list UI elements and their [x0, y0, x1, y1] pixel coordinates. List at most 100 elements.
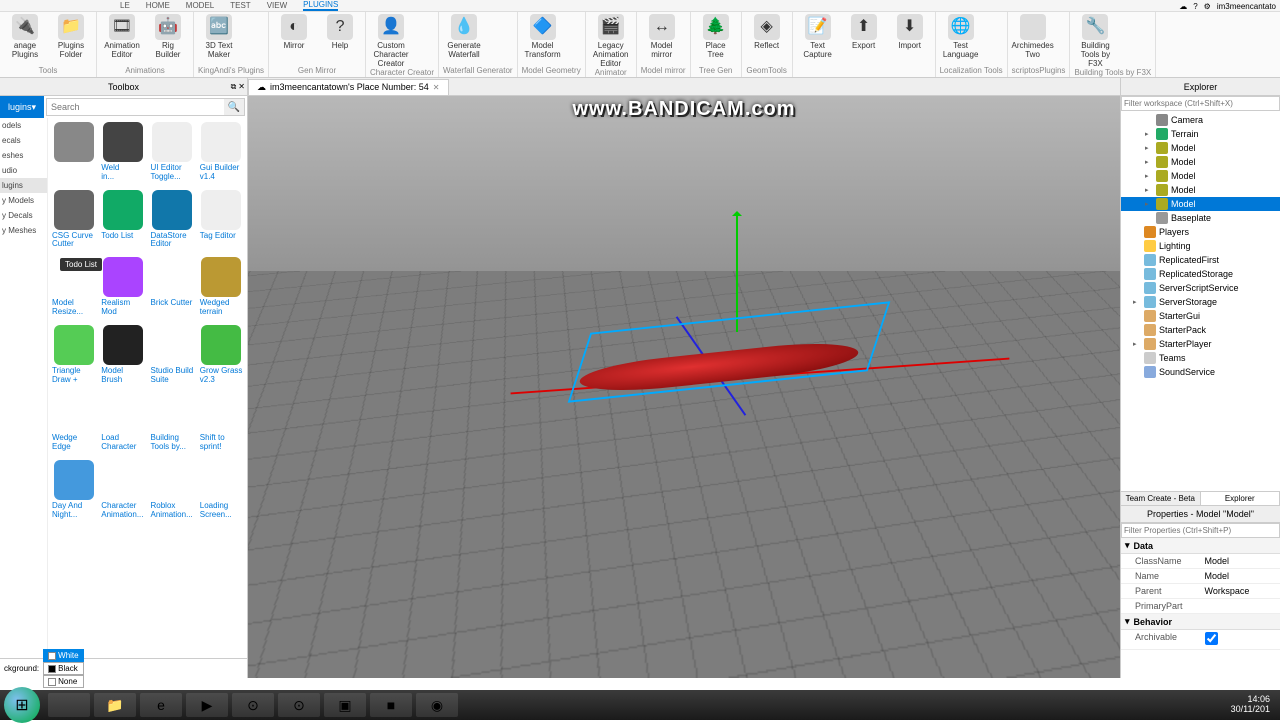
category-eshes[interactable]: eshes — [0, 148, 47, 163]
ribbon-model-transform[interactable]: 🔷ModelTransform — [522, 14, 564, 60]
tree-item-serverscriptservice[interactable]: ServerScriptService — [1121, 281, 1280, 295]
plugin-item[interactable]: Model Brush — [101, 325, 144, 385]
menu-test[interactable]: TEST — [230, 1, 250, 10]
tree-item-camera[interactable]: Camera — [1121, 113, 1280, 127]
document-tab[interactable]: ☁ im3meencantatown's Place Number: 54 ✕ — [248, 79, 449, 95]
menu-plugins[interactable]: PLUGINS — [303, 0, 338, 11]
ribbon-export[interactable]: ⬆Export — [843, 14, 885, 51]
category-y Models[interactable]: y Models — [0, 193, 47, 208]
taskbar-app[interactable]: e — [140, 693, 182, 717]
plugin-item[interactable]: LoadingScreen... — [200, 460, 243, 520]
tree-item-lighting[interactable]: Lighting — [1121, 239, 1280, 253]
ribbon-help[interactable]: ?Help — [319, 14, 361, 51]
plugin-item[interactable]: UI EditorToggle... — [151, 122, 194, 182]
ribbon-archimedes-two[interactable]: Archimedes Two — [1012, 14, 1054, 60]
prop-section-data[interactable]: ▾Data — [1121, 538, 1280, 554]
search-icon[interactable]: 🔍 — [224, 99, 244, 115]
ribbon-custom-character-creator[interactable]: 👤Custom CharacterCreator — [370, 14, 412, 68]
tree-item-model[interactable]: ▸Model — [1121, 141, 1280, 155]
help-icon[interactable]: ? — [1193, 2, 1197, 11]
plugin-item[interactable]: Studio BuildSuite — [151, 325, 194, 385]
plugin-item[interactable]: Grow Grassv2.3 — [200, 325, 243, 385]
prop-classname[interactable]: ClassNameModel — [1121, 554, 1280, 569]
plugin-item[interactable]: DataStoreEditor — [151, 190, 194, 250]
bg-opt-black[interactable]: Black — [43, 662, 83, 675]
ribbon-animation-editor[interactable]: 🎞AnimationEditor — [101, 14, 143, 60]
prop-primarypart[interactable]: PrimaryPart — [1121, 599, 1280, 614]
taskbar-app[interactable]: ⊙ — [232, 693, 274, 717]
category-udio[interactable]: udio — [0, 163, 47, 178]
tree-item-startergui[interactable]: StarterGui — [1121, 309, 1280, 323]
ribbon-legacy-animation-editor[interactable]: 🎬Legacy AnimationEditor — [590, 14, 632, 68]
cloud-icon[interactable]: ☁ — [1179, 2, 1187, 11]
tree-item-model[interactable]: ▸Model — [1121, 183, 1280, 197]
bg-opt-white[interactable]: White — [43, 649, 83, 662]
taskbar-app[interactable]: 📁 — [94, 693, 136, 717]
ribbon-place-tree[interactable]: 🌲PlaceTree — [695, 14, 737, 60]
tree-item-model[interactable]: ▸Model — [1121, 197, 1280, 211]
toolbox-category-tab[interactable]: lugins ▾ — [0, 96, 44, 118]
bg-opt-none[interactable]: None — [43, 675, 83, 688]
plugin-item[interactable]: Brick Cutter — [151, 257, 194, 317]
close-icon[interactable]: ✕ — [238, 82, 245, 92]
ribbon-mirror[interactable]: ◐Mirror — [273, 14, 315, 51]
plugin-item[interactable]: Tag Editor — [200, 190, 243, 250]
tree-item-terrain[interactable]: ▸Terrain — [1121, 127, 1280, 141]
ribbon-3d-text-maker[interactable]: 🔤3D TextMaker — [198, 14, 240, 60]
plugin-item[interactable]: Wedge Edge — [52, 392, 95, 452]
plugin-item[interactable]: CharacterAnimation... — [101, 460, 144, 520]
plugin-item[interactable]: LoadCharacter — [101, 392, 144, 452]
taskbar-app[interactable]: ▶ — [186, 693, 228, 717]
close-tab-icon[interactable]: ✕ — [433, 83, 440, 92]
properties-filter[interactable] — [1121, 523, 1280, 538]
start-button[interactable]: ⊞ — [4, 687, 40, 723]
category-y Decals[interactable]: y Decals — [0, 208, 47, 223]
taskbar-app[interactable] — [48, 693, 90, 717]
menu-home[interactable]: HOME — [146, 1, 170, 10]
plugin-item[interactable]: Todo List — [101, 190, 144, 250]
prop-archivable[interactable]: Archivable — [1121, 630, 1280, 650]
category-odels[interactable]: odels — [0, 118, 47, 133]
ribbon-plugins-folder[interactable]: 📁PluginsFolder — [50, 14, 92, 60]
category-lugins[interactable]: lugins — [0, 178, 47, 193]
prop-name[interactable]: NameModel — [1121, 569, 1280, 584]
plugin-item[interactable]: Shift tosprint! — [200, 392, 243, 452]
menu-le[interactable]: LE — [120, 1, 130, 10]
tree-item-soundservice[interactable]: SoundService — [1121, 365, 1280, 379]
ribbon-import[interactable]: ⬇Import — [889, 14, 931, 51]
tree-item-starterpack[interactable]: StarterPack — [1121, 323, 1280, 337]
plugin-item[interactable]: Wedgedterrain — [200, 257, 243, 317]
panel-tab-team-create---beta[interactable]: Team Create - Beta — [1121, 492, 1201, 505]
ribbon-text-capture[interactable]: 📝TextCapture — [797, 14, 839, 60]
taskbar-app[interactable]: ◉ — [416, 693, 458, 717]
plugin-item[interactable]: TriangleDraw + — [52, 325, 95, 385]
tree-item-serverstorage[interactable]: ▸ServerStorage — [1121, 295, 1280, 309]
tree-item-replicatedstorage[interactable]: ReplicatedStorage — [1121, 267, 1280, 281]
category-y Meshes[interactable]: y Meshes — [0, 223, 47, 238]
viewport[interactable]: ☁ im3meencantatown's Place Number: 54 ✕ … — [248, 78, 1120, 678]
taskbar-app[interactable]: ▣ — [324, 693, 366, 717]
y-axis-gizmo[interactable] — [736, 212, 738, 332]
tree-item-starterplayer[interactable]: ▸StarterPlayer — [1121, 337, 1280, 351]
plugin-item[interactable] — [52, 122, 95, 182]
ribbon-generate-waterfall[interactable]: 💧GenerateWaterfall — [443, 14, 485, 60]
category-ecals[interactable]: ecals — [0, 133, 47, 148]
explorer-filter[interactable] — [1121, 96, 1280, 111]
undock-icon[interactable]: ⧉ — [231, 82, 237, 92]
prop-checkbox[interactable] — [1205, 632, 1218, 645]
3d-view[interactable]: www.BANDICAM.com — [248, 96, 1120, 678]
ribbon-test-language[interactable]: 🌐TestLanguage — [940, 14, 982, 60]
ribbon-anage-plugins[interactable]: 🔌anagePlugins — [4, 14, 46, 60]
ribbon-model-mirror[interactable]: ↔Modelmirror — [641, 14, 683, 60]
menu-view[interactable]: VIEW — [267, 1, 287, 10]
prop-parent[interactable]: ParentWorkspace — [1121, 584, 1280, 599]
toolbox-search[interactable]: 🔍 — [46, 98, 245, 116]
ribbon-building-tools-by-f3x[interactable]: 🔧BuildingTools by F3X — [1074, 14, 1116, 68]
settings-icon[interactable]: ⚙ — [1204, 2, 1211, 11]
taskbar-clock[interactable]: 14:06 30/11/201 — [1231, 695, 1276, 715]
tree-item-model[interactable]: ▸Model — [1121, 169, 1280, 183]
plugin-item[interactable]: BuildingTools by... — [151, 392, 194, 452]
tree-item-replicatedfirst[interactable]: ReplicatedFirst — [1121, 253, 1280, 267]
taskbar-app[interactable]: ■ — [370, 693, 412, 717]
prop-section-behavior[interactable]: ▾Behavior — [1121, 614, 1280, 630]
